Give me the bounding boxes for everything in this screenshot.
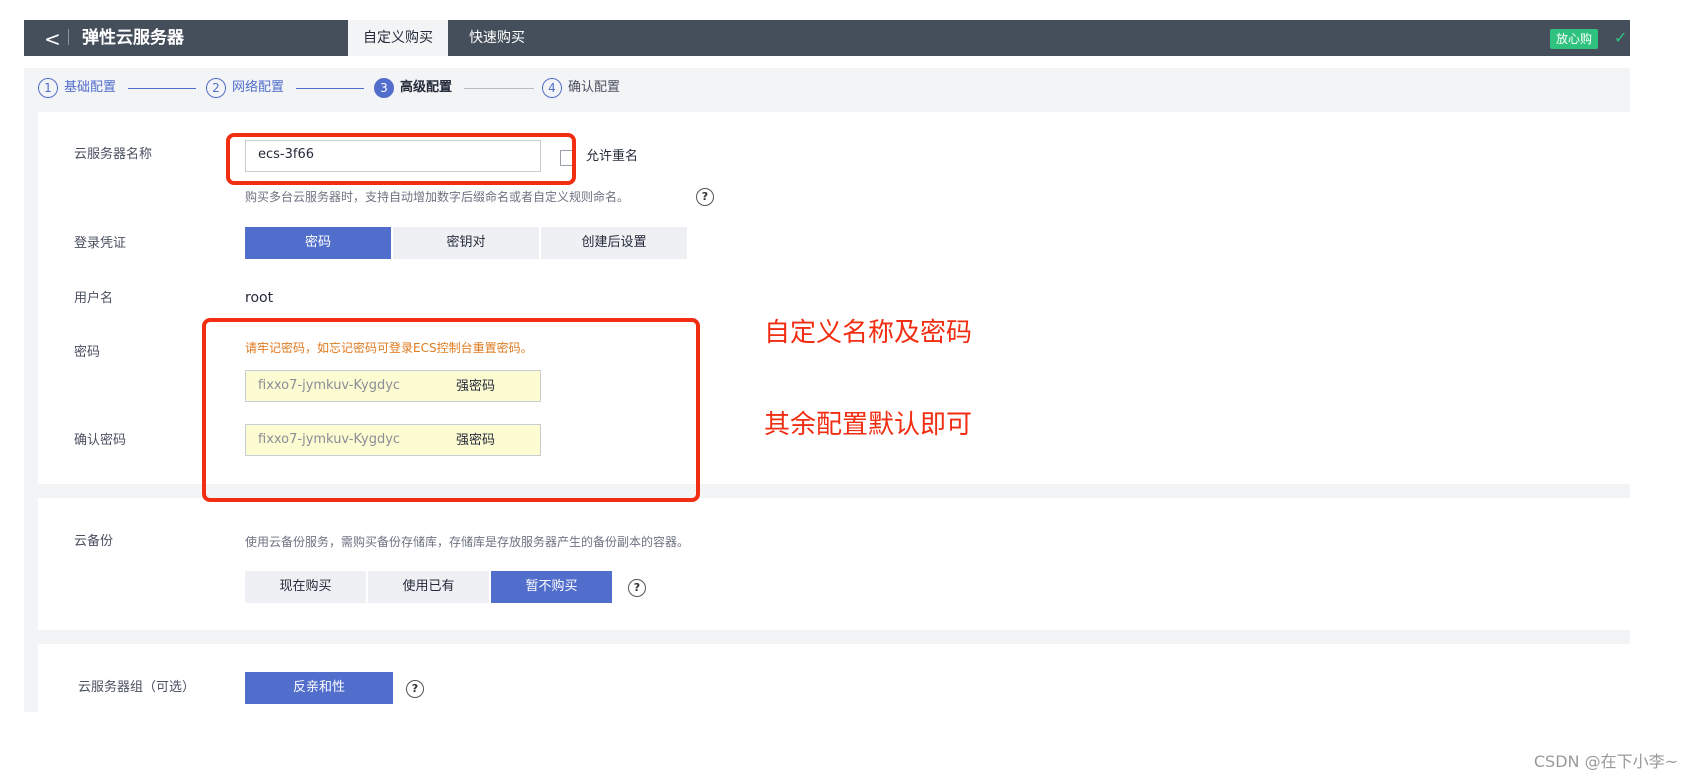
login-option-keypair[interactable]: 密钥对 [393,227,539,259]
annotation-text-defaults: 其余配置默认即可 [764,410,973,440]
watermark: CSDN @在下小李~ [1533,752,1678,771]
check-circle-icon: ✓ [1614,28,1628,47]
backup-label: 云备份 [74,534,114,549]
step-connector [128,88,196,89]
step-4-number: 4 [542,78,562,98]
help-icon[interactable]: ? [696,188,714,206]
step-connector [296,88,364,89]
tab-quick-purchase[interactable]: 快速购买 [456,20,538,56]
page-title: 弹性云服务器 [82,28,184,48]
username-value: root [245,290,274,306]
step-3-label: 高级配置 [400,80,453,95]
backup-option-use-existing[interactable]: 使用已有 [368,571,489,603]
assurance-badge[interactable]: 放心购 [1550,29,1599,49]
backup-option-not-now[interactable]: 暂不购买 [491,571,612,603]
group-option-anti-affinity[interactable]: 反亲和性 [245,672,393,704]
server-name-label: 云服务器名称 [74,147,153,162]
tab-custom-purchase[interactable]: 自定义购买 [348,20,448,56]
password-label: 密码 [74,345,101,360]
top-bar [24,20,1630,56]
server-name-hint: 购买多台云服务器时，支持自动增加数字后缀命名或者自定义规则命名。 [245,190,630,204]
help-icon[interactable]: ? [628,579,646,597]
backup-panel [38,498,1630,630]
step-4-label: 确认配置 [568,80,621,95]
annotation-box-password [202,318,700,502]
server-group-label: 云服务器组（可选） [78,680,196,695]
username-label: 用户名 [74,291,114,306]
step-2-number: 2 [206,78,226,98]
step-3-number: 3 [374,78,394,98]
login-credential-label: 登录凭证 [74,236,127,251]
backup-option-buy-now[interactable]: 现在购买 [245,571,366,603]
step-1-number: 1 [38,78,58,98]
step-2-label: 网络配置 [232,80,285,95]
annotation-box-name [226,133,576,185]
backup-hint: 使用云备份服务，需购买备份存储库，存储库是存放服务器产生的备份副本的容器。 [245,535,690,549]
step-connector [464,88,534,89]
help-icon[interactable]: ? [406,680,424,698]
step-1-label: 基础配置 [64,80,117,95]
login-option-later[interactable]: 创建后设置 [541,227,687,259]
back-icon[interactable]: < [44,22,61,56]
annotation-text-name-password: 自定义名称及密码 [764,318,973,348]
login-option-password[interactable]: 密码 [245,227,391,259]
header-separator [68,29,69,45]
allow-duplicate-label: 允许重名 [586,149,639,164]
confirm-password-label: 确认密码 [74,433,127,448]
